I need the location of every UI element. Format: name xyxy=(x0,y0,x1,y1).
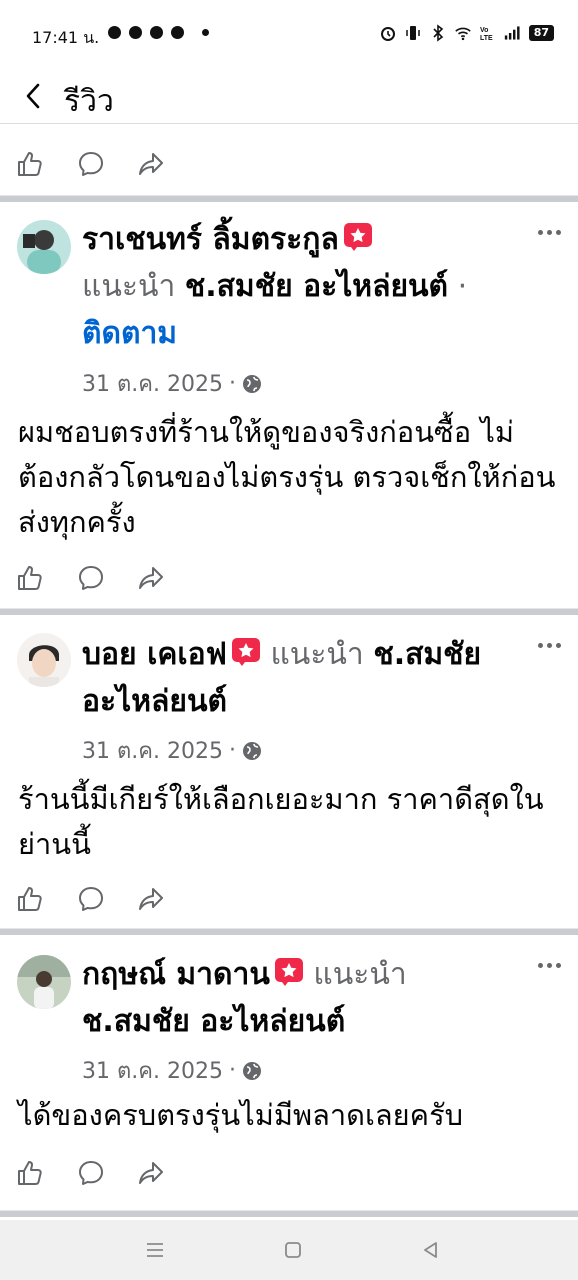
comment-icon[interactable] xyxy=(75,148,107,180)
review-card: กฤษณ์ มาดาน แนะนำ ช.สมชัย อะไหล่ยนต์ 31 … xyxy=(0,935,578,1213)
review-meta: 31 ต.ค. 2025 · xyxy=(82,366,262,401)
separator-dot: · xyxy=(228,738,236,763)
divider xyxy=(0,1210,578,1217)
reviewer-name[interactable]: บอย เคเอฟ xyxy=(82,637,227,672)
messenger-icon xyxy=(171,26,184,39)
comment-icon[interactable] xyxy=(75,562,107,594)
facebook-icon xyxy=(129,26,142,39)
post-actions xyxy=(0,140,578,190)
globe-icon xyxy=(242,741,261,760)
divider xyxy=(0,195,578,202)
like-icon[interactable] xyxy=(14,148,46,180)
review-text: ได้ของครบตรงรุ่นไม่มีพลาดเลยครับ xyxy=(18,1098,464,1132)
like-icon[interactable] xyxy=(14,562,46,594)
avatar[interactable] xyxy=(17,220,71,274)
separator-dot: · xyxy=(448,269,468,304)
review-text: ผมชอบตรงที่ร้านให้ดูของจริงก่อนซื้อ ไม่ต… xyxy=(18,415,556,539)
signal-icon xyxy=(504,24,522,42)
review-date[interactable]: 31 ต.ค. 2025 xyxy=(82,366,223,401)
share-icon[interactable] xyxy=(135,562,167,594)
page-name[interactable]: ช.สมชัย อะไหล่ยนต์ xyxy=(82,1004,345,1039)
recommend-label: แนะนำ xyxy=(270,637,364,672)
status-time: 17:41 น. xyxy=(32,28,100,47)
divider xyxy=(0,928,578,935)
review-header: ราเชนทร์ ลิ้มตระกูล แนะนำ ช.สมชัย อะไหล่… xyxy=(82,216,538,357)
svg-text:LTE: LTE xyxy=(480,35,493,42)
separator-dot: · xyxy=(228,371,236,396)
more-icon[interactable] xyxy=(538,640,564,650)
more-icon[interactable] xyxy=(538,227,564,237)
page-name[interactable]: ช.สมชัย อะไหล่ยนต์ xyxy=(185,269,448,304)
review-header: กฤษณ์ มาดาน แนะนำ ช.สมชัย อะไหล่ยนต์ xyxy=(82,951,538,1045)
system-nav-bar xyxy=(0,1220,578,1280)
globe-icon xyxy=(242,1061,261,1080)
review-meta: 31 ต.ค. 2025 · xyxy=(82,1053,262,1088)
back-nav-icon[interactable] xyxy=(419,1238,443,1262)
review-card: ราเชนทร์ ลิ้มตระกูล แนะนำ ช.สมชัย อะไหล่… xyxy=(0,202,578,610)
more-notifications-icon xyxy=(202,29,209,36)
alarm-icon xyxy=(379,24,397,42)
svg-text:Vo: Vo xyxy=(480,27,488,34)
page-title: รีวิว xyxy=(64,84,114,119)
follow-button[interactable]: ติดตาม xyxy=(82,316,177,351)
reviewer-name[interactable]: ราเชนทร์ ลิ้มตระกูล xyxy=(82,222,339,257)
vibrate-icon xyxy=(404,24,422,42)
review-text: ร้านนี้มีเกียร์ให้เลือกเยอะมาก ราคาดีสุด… xyxy=(18,782,544,861)
home-icon[interactable] xyxy=(281,1238,305,1262)
star-badge-icon xyxy=(274,958,303,986)
battery-icon: 87 xyxy=(528,25,554,41)
review-meta: 31 ต.ค. 2025 · xyxy=(82,733,262,768)
comment-icon[interactable] xyxy=(75,883,107,915)
bluetooth-icon xyxy=(429,24,447,42)
recommend-label: แนะนำ xyxy=(82,269,176,304)
facebook-icon xyxy=(150,26,163,39)
avatar[interactable] xyxy=(17,633,71,687)
reviewer-name[interactable]: กฤษณ์ มาดาน xyxy=(82,957,270,992)
review-date[interactable]: 31 ต.ค. 2025 xyxy=(82,733,223,768)
share-icon[interactable] xyxy=(135,148,167,180)
comment-icon[interactable] xyxy=(75,1157,107,1189)
review-actions xyxy=(0,875,578,925)
more-icon[interactable] xyxy=(538,960,564,970)
review-actions xyxy=(0,1149,578,1199)
notification-icons xyxy=(108,26,209,39)
share-icon[interactable] xyxy=(135,1157,167,1189)
review-date[interactable]: 31 ต.ค. 2025 xyxy=(82,1053,223,1088)
like-icon[interactable] xyxy=(14,1157,46,1189)
like-icon[interactable] xyxy=(14,883,46,915)
review-header: บอย เคเอฟ แนะนำ ช.สมชัย อะไหล่ยนต์ xyxy=(82,631,538,725)
system-icons: Vo LTE 87 xyxy=(379,24,554,42)
header: รีวิว xyxy=(0,70,578,124)
back-icon[interactable] xyxy=(22,81,46,111)
wifi-icon xyxy=(454,24,472,42)
share-icon[interactable] xyxy=(135,883,167,915)
star-badge-icon xyxy=(343,223,372,251)
globe-icon xyxy=(242,374,261,393)
avatar[interactable] xyxy=(17,955,71,1009)
recommend-label: แนะนำ xyxy=(313,957,407,992)
star-badge-icon xyxy=(231,638,260,666)
review-actions xyxy=(0,554,578,604)
volte-icon: Vo LTE xyxy=(479,24,497,42)
status-bar: 17:41 น. Vo LTE 87 xyxy=(0,0,578,70)
divider xyxy=(0,608,578,615)
chat-icon xyxy=(108,26,121,39)
review-card: บอย เคเอฟ แนะนำ ช.สมชัย อะไหล่ยนต์ 31 ต.… xyxy=(0,615,578,930)
separator-dot: · xyxy=(228,1058,236,1083)
recent-apps-icon[interactable] xyxy=(143,1238,167,1262)
